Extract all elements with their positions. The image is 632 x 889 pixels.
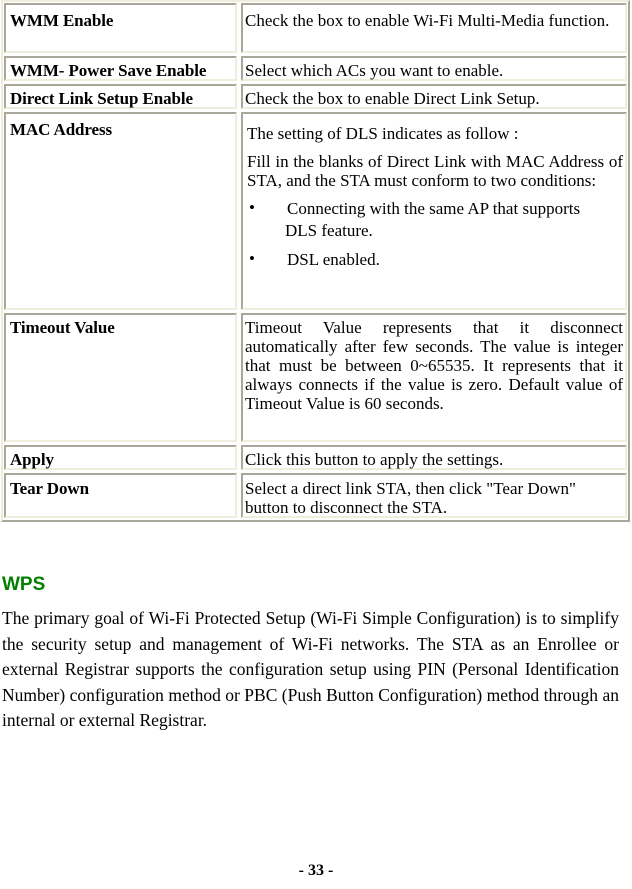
table-row: Apply Click this button to apply the set… <box>4 445 627 470</box>
bullet-text: Connecting with the same AP that support… <box>285 198 581 242</box>
mac-paragraph: Fill in the blanks of Direct Link with M… <box>247 152 623 190</box>
section-heading-wps: WPS <box>2 574 46 595</box>
bullet-item: • DSL enabled. <box>247 249 623 271</box>
row-label: Timeout Value <box>4 313 237 442</box>
table-row: Direct Link Setup Enable Check the box t… <box>4 84 627 109</box>
table-row: Tear Down Select a direct link STA, then… <box>4 473 627 518</box>
settings-table: WMM Enable Check the box to enable Wi-Fi… <box>1 0 630 522</box>
bullet-icon: • <box>249 249 255 268</box>
bullet-line: Connecting with the same AP that support… <box>287 199 581 218</box>
table-row: WMM Enable Check the box to enable Wi-Fi… <box>4 3 627 53</box>
row-description: Select a direct link STA, then click "Te… <box>241 473 627 518</box>
row-description: Check the box to enable Wi-Fi Multi-Medi… <box>241 3 627 53</box>
row-label: WMM- Power Save Enable <box>4 56 237 81</box>
table-row: Timeout Value Timeout Value represents t… <box>4 313 627 442</box>
bullet-item: • Connecting with the same AP that suppo… <box>247 198 623 242</box>
row-label: WMM Enable <box>4 3 237 53</box>
row-description: Select which ACs you want to enable. <box>241 56 627 81</box>
mac-intro-text: The setting of DLS indicates as follow : <box>247 124 519 143</box>
page-number: - 33 - <box>298 862 334 879</box>
table-row: WMM- Power Save Enable Select which ACs … <box>4 56 627 81</box>
table-row: MAC Address The setting of DLS indicates… <box>4 112 627 310</box>
row-description: The setting of DLS indicates as follow :… <box>241 112 627 310</box>
row-description: Click this button to apply the settings. <box>241 445 627 470</box>
row-label: Tear Down <box>4 473 237 518</box>
bullet-line: DLS feature. <box>285 221 373 240</box>
row-description: Timeout Value represents that it disconn… <box>241 313 627 442</box>
row-label: Apply <box>4 445 237 470</box>
row-description: Check the box to enable Direct Link Setu… <box>241 84 627 109</box>
wps-description: The primary goal of Wi-Fi Protected Setu… <box>2 608 619 730</box>
bullet-text: DSL enabled. <box>287 250 380 269</box>
bullet-icon: • <box>249 198 255 217</box>
row-label: Direct Link Setup Enable <box>4 84 237 109</box>
row-label: MAC Address <box>4 112 237 310</box>
